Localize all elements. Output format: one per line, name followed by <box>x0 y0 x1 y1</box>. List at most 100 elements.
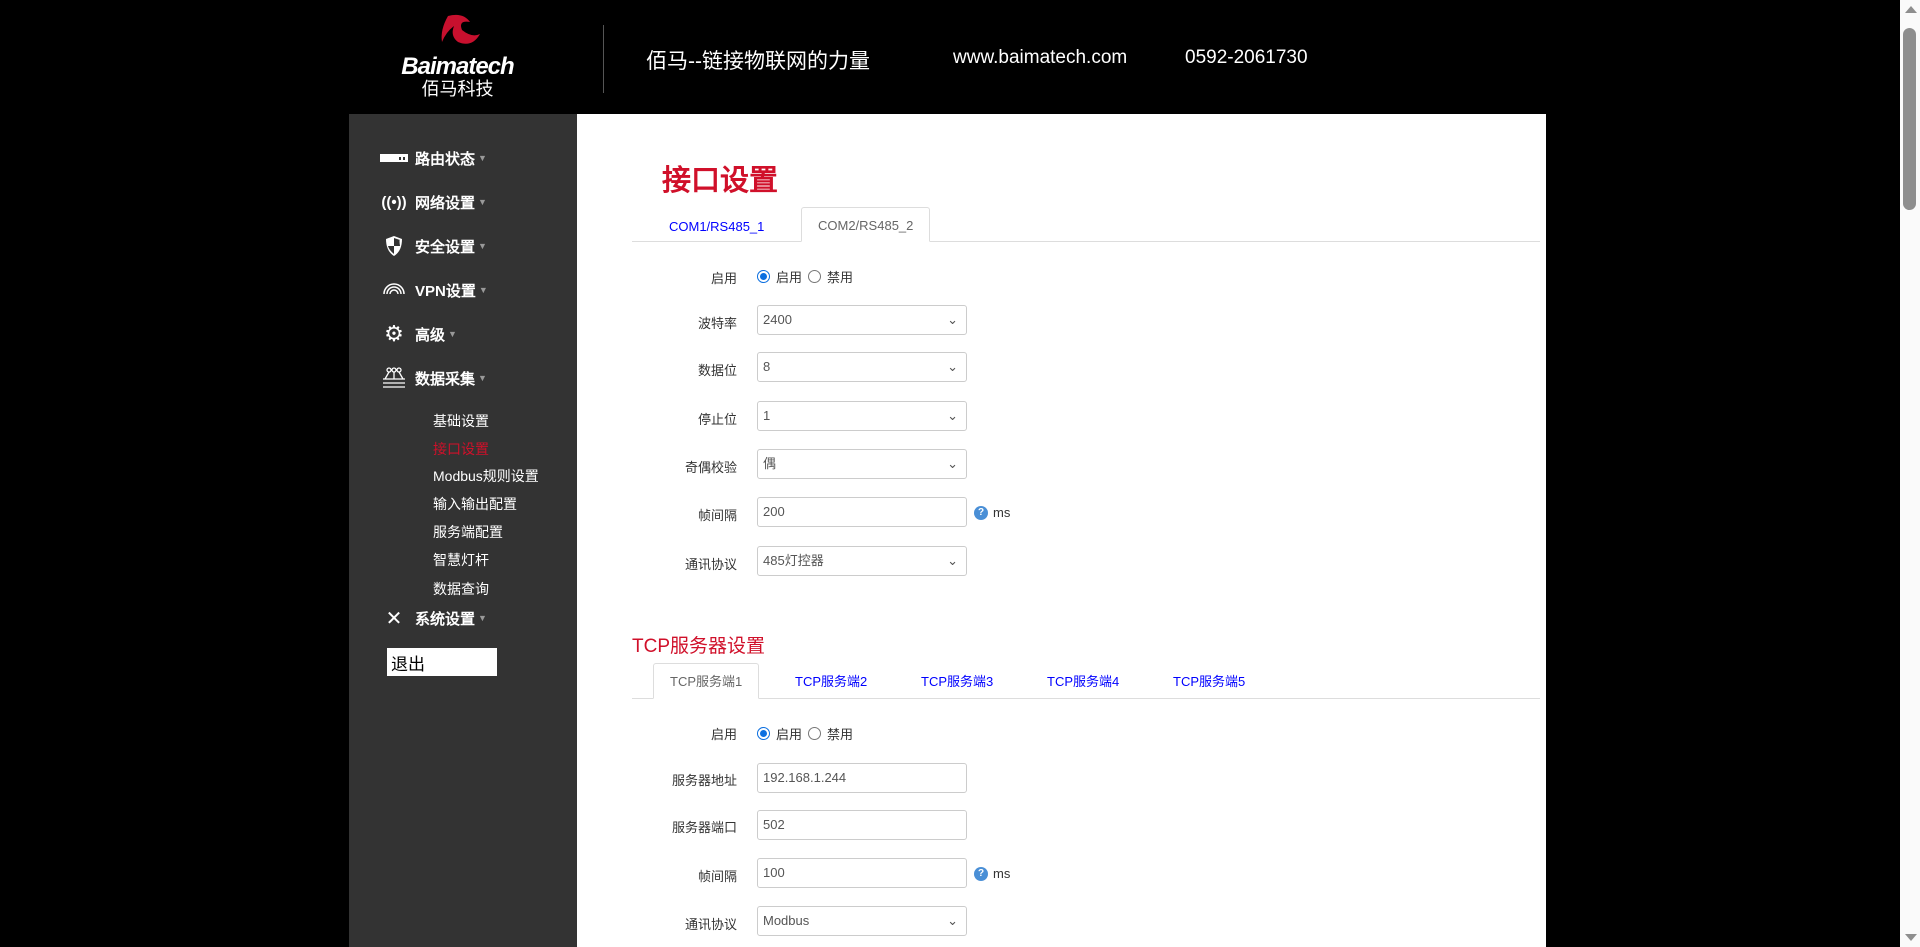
caret-down-icon: ▼ <box>478 153 487 163</box>
chevron-down-icon: ⌄ <box>947 408 958 423</box>
nav-system[interactable]: ✕ 系统设置 ▼ <box>379 604 487 632</box>
nav-router-status[interactable]: 路由状态 ▼ <box>379 144 487 172</box>
radio-enable[interactable] <box>757 727 770 740</box>
header-divider <box>603 25 604 93</box>
caret-down-icon: ▼ <box>478 373 487 383</box>
interval-unit: ? ms <box>974 505 1010 520</box>
enable-radio-group: 启用 禁用 <box>757 267 853 286</box>
server-address-label: 服务器地址 <box>671 773 737 788</box>
scrollbar-thumb[interactable] <box>1903 28 1916 210</box>
tcp-interval-input[interactable]: 100 <box>757 858 967 888</box>
tab-tcp-server-4[interactable]: TCP服务端4 <box>1031 664 1135 700</box>
protocol-label: 通讯协议 <box>684 557 737 572</box>
server-address-input[interactable]: 192.168.1.244 <box>757 763 967 793</box>
phone-number: 0592-2061730 <box>1185 47 1308 68</box>
chevron-down-icon: ⌄ <box>947 359 958 374</box>
enable-label: 启用 <box>710 271 737 286</box>
radio-disable-label: 禁用 <box>827 270 854 285</box>
server-port-input[interactable]: 502 <box>757 810 967 840</box>
data-collect-icon <box>379 367 409 389</box>
radio-enable[interactable] <box>757 270 770 283</box>
databits-label: 数据位 <box>697 363 737 378</box>
unit-label: ms <box>993 505 1011 520</box>
nav-data-collection[interactable]: 数据采集 ▼ <box>379 364 487 392</box>
tagline: 佰马--链接物联网的力量 <box>646 50 870 73</box>
radio-enable-label: 启用 <box>776 727 803 742</box>
website-url: www.baimatech.com <box>953 47 1128 68</box>
caret-down-icon: ▼ <box>478 613 487 623</box>
logo-cn: 佰马科技 <box>421 79 494 99</box>
nav-label: VPN设置 <box>415 282 476 300</box>
protocol-select[interactable]: 485灯控器 ⌄ <box>757 546 967 576</box>
tab-divider <box>632 698 1540 699</box>
radio-disable[interactable] <box>808 727 822 740</box>
nav-label: 安全设置 <box>415 238 476 256</box>
nav-advanced[interactable]: ⚙ 高级 ▼ <box>379 320 457 348</box>
baud-label: 波特率 <box>697 316 737 331</box>
submenu-server-config[interactable]: 服务端配置 <box>433 522 503 542</box>
radio-disable-label: 禁用 <box>827 727 854 742</box>
tcp-protocol-label: 通讯协议 <box>684 917 737 932</box>
nav-security[interactable]: 安全设置 ▼ <box>379 232 487 260</box>
logout-button[interactable]: 退出 <box>387 648 497 676</box>
submenu-interface[interactable]: 接口设置 <box>433 439 489 459</box>
tab-tcp-server-3[interactable]: TCP服务端3 <box>905 664 1009 700</box>
stopbits-label: 停止位 <box>697 412 737 427</box>
help-icon[interactable]: ? <box>974 866 988 881</box>
radio-disable[interactable] <box>808 270 822 283</box>
stopbits-select[interactable]: 1 ⌄ <box>757 401 967 431</box>
gear-icon: ⚙ <box>384 321 404 346</box>
tcp-interval-label: 帧间隔 <box>697 869 737 884</box>
protocol-value: 485灯控器 <box>763 553 824 568</box>
tab-tcp-server-2[interactable]: TCP服务端2 <box>779 664 883 700</box>
databits-select[interactable]: 8 ⌄ <box>757 352 967 382</box>
vpn-icon <box>379 282 409 298</box>
tab-tcp-server-5[interactable]: TCP服务端5 <box>1157 664 1261 700</box>
tcp-protocol-select[interactable]: Modbus ⌄ <box>757 906 967 936</box>
shield-icon <box>379 235 409 257</box>
caret-down-icon: ▼ <box>478 197 487 207</box>
parity-select[interactable]: 偶 ⌄ <box>757 449 967 479</box>
nav-label: 网络设置 <box>415 194 476 212</box>
baud-value: 2400 <box>763 312 792 327</box>
main-content: 接口设置 COM1/RS485_1 COM2/RS485_2 启用 启用 禁用 波… <box>577 114 1546 947</box>
nav-label: 高级 <box>415 326 446 344</box>
caret-down-icon: ▼ <box>478 285 488 295</box>
submenu-io-config[interactable]: 输入输出配置 <box>433 494 517 514</box>
tcp-protocol-value: Modbus <box>763 913 810 928</box>
nav-network[interactable]: ((•)) 网络设置 ▼ <box>379 188 487 216</box>
radio-enable-label: 启用 <box>776 270 803 285</box>
submenu-data-query[interactable]: 数据查询 <box>433 579 489 599</box>
nav-label: 系统设置 <box>415 610 476 628</box>
submenu-basic[interactable]: 基础设置 <box>433 411 489 431</box>
router-icon <box>379 154 409 162</box>
tcp-enable-label: 启用 <box>710 727 737 742</box>
nav-label: 数据采集 <box>415 370 476 388</box>
server-port-label: 服务器端口 <box>671 820 737 835</box>
tab-com2[interactable]: COM2/RS485_2 <box>801 207 931 242</box>
scroll-up-icon[interactable] <box>1905 6 1917 13</box>
databits-value: 8 <box>763 359 771 374</box>
stopbits-value: 1 <box>763 408 771 423</box>
tab-com1[interactable]: COM1/RS485_1 <box>653 209 780 245</box>
tab-divider <box>632 241 1540 242</box>
baud-select[interactable]: 2400 ⌄ <box>757 305 967 335</box>
nav-vpn[interactable]: VPN设置 ▼ <box>379 276 488 304</box>
scroll-down-icon[interactable] <box>1905 934 1917 941</box>
submenu-modbus-rules[interactable]: Modbus规则设置 <box>433 466 539 486</box>
help-icon[interactable]: ? <box>974 505 988 520</box>
interval-label: 帧间隔 <box>697 508 737 523</box>
interval-input[interactable]: 200 <box>757 497 967 527</box>
submenu-smart-pole[interactable]: 智慧灯杆 <box>433 550 489 570</box>
parity-label: 奇偶校验 <box>684 460 737 475</box>
nav-label: 路由状态 <box>415 150 476 168</box>
chevron-down-icon: ⌄ <box>947 913 958 928</box>
logo-en: Baimatech <box>401 53 514 80</box>
page-title: 接口设置 <box>662 165 779 197</box>
tcp-enable-radio-group: 启用 禁用 <box>757 724 853 743</box>
tab-tcp-server-1[interactable]: TCP服务端1 <box>653 663 760 699</box>
tools-icon: ✕ <box>385 607 403 630</box>
horse-logo-icon <box>441 14 480 44</box>
wireless-icon: ((•)) <box>381 193 407 211</box>
chevron-down-icon: ⌄ <box>947 553 958 568</box>
